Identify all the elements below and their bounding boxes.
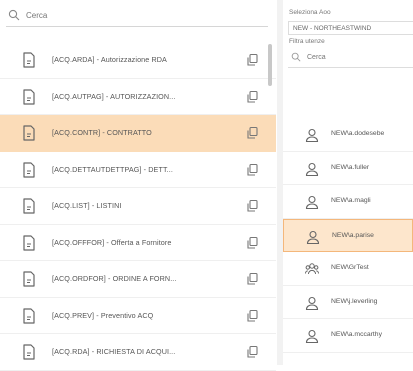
user-label: NEW\j.leverling [331, 297, 378, 305]
user-list-item[interactable]: NEW\a.magli [283, 185, 413, 219]
list-item-label: [ACQ.RDA] - RICHIESTA DI ACQUI... [52, 347, 176, 357]
list-item[interactable]: [ACQ.LIST] - LISTINI [0, 188, 276, 225]
list-item[interactable]: [ACQ.ORDFOR] - ORDINE A FORN... [0, 261, 276, 298]
user-label: NEW\a.fuller [331, 163, 370, 171]
list-item[interactable]: [ACQ.CONTR] - CONTRATTO [0, 115, 276, 152]
copy-icon[interactable] [246, 53, 259, 67]
filter-label: Filtra utenze [289, 38, 325, 45]
user-label: NEW\a.parise [332, 231, 374, 239]
list-item[interactable]: [ACQ.AUTPAG] - AUTORIZZAZION... [0, 79, 276, 115]
user-list: NEW\a.dodesebe NEW\a.fuller NEW\a.magli NEW… [283, 118, 413, 353]
user-label: NEW\a.dodesebe [331, 130, 385, 137]
copy-icon[interactable] [246, 345, 259, 359]
document-icon [23, 234, 35, 251]
list-item[interactable]: [ACQ.ARDA] - Autorizzazione RDA [0, 42, 276, 79]
list-item-label: [ACQ.ORDFOR] - ORDINE A FORN... [52, 274, 177, 284]
document-icon [23, 198, 35, 214]
list-item-label: [ACQ.ARDA] - Autorizzazione RDA [52, 55, 167, 65]
list-item-label: [ACQ.OFFFOR] - Offerta a Fornitore [52, 237, 172, 247]
user-icon [305, 128, 319, 142]
left-search-box[interactable] [6, 4, 268, 27]
document-icon [23, 52, 35, 68]
copy-icon[interactable] [246, 199, 259, 213]
user-label: NEW\GrTest [331, 264, 369, 271]
list-item[interactable]: [ACQ.DETTAUTDETTPAG] - DETT... [0, 152, 276, 188]
user-icon [305, 296, 319, 310]
group-icon [305, 263, 319, 275]
user-icon [306, 230, 320, 244]
aoo-select[interactable]: NEW - NORTHEASTWIND [288, 21, 413, 35]
right-search-input[interactable] [305, 52, 409, 62]
document-type-list: [ACQ.ARDA] - Autorizzazione RDA [ACQ.AUTP… [0, 42, 276, 371]
copy-icon[interactable] [246, 126, 259, 140]
list-item[interactable]: [ACQ.RDA] - RICHIESTA DI ACQUI... [0, 334, 276, 371]
user-icon [305, 329, 319, 343]
list-item-label: [ACQ.AUTPAG] - AUTORIZZAZION... [52, 91, 176, 101]
search-icon [8, 9, 20, 21]
user-icon [305, 195, 319, 209]
search-icon [291, 52, 301, 62]
document-icon [23, 307, 35, 324]
copy-icon[interactable] [246, 90, 259, 104]
list-item-label: [ACQ.PREV] - Preventivo ACQ [52, 310, 154, 320]
user-list-item[interactable]: NEW\GrTest [283, 252, 413, 286]
document-icon [23, 271, 35, 287]
document-icon [23, 125, 35, 141]
left-scrollbar[interactable] [268, 44, 272, 86]
left-search-input[interactable] [24, 9, 228, 21]
user-list-item[interactable]: NEW\j.leverling [283, 286, 413, 319]
user-icon [305, 162, 319, 176]
list-item[interactable]: [ACQ.PREV] - Preventivo ACQ [0, 298, 276, 334]
user-label: NEW\a.mccarthy [331, 331, 382, 338]
user-list-item[interactable]: NEW\a.parise [283, 218, 413, 252]
document-icon [23, 161, 35, 178]
copy-icon[interactable] [246, 236, 259, 250]
list-item-label: [ACQ.DETTAUTDETTPAG] - DETT... [52, 164, 173, 174]
user-list-item[interactable]: NEW\a.mccarthy [283, 319, 413, 353]
list-item-label: [ACQ.CONTR] - CONTRATTO [52, 128, 152, 138]
user-list-item[interactable]: NEW\a.dodesebe [283, 118, 413, 152]
aoo-label: Seleziona Aoo [289, 9, 331, 16]
document-icon [23, 344, 35, 360]
user-label: NEW\a.magli [331, 197, 371, 204]
right-search-box[interactable] [288, 47, 413, 68]
copy-icon[interactable] [246, 309, 259, 323]
document-icon [23, 88, 35, 105]
document-type-panel: [ACQ.ARDA] - Autorizzazione RDA [ACQ.AUTP… [0, 0, 276, 371]
user-list-item[interactable]: NEW\a.fuller [283, 152, 413, 185]
list-item[interactable]: [ACQ.OFFFOR] - Offerta a Fornitore [0, 225, 276, 261]
user-panel: Seleziona Aoo NEW - NORTHEASTWIND Filtra… [283, 0, 413, 365]
copy-icon[interactable] [246, 272, 259, 286]
list-item-label: [ACQ.LIST] - LISTINI [52, 201, 122, 211]
copy-icon[interactable] [246, 163, 259, 177]
